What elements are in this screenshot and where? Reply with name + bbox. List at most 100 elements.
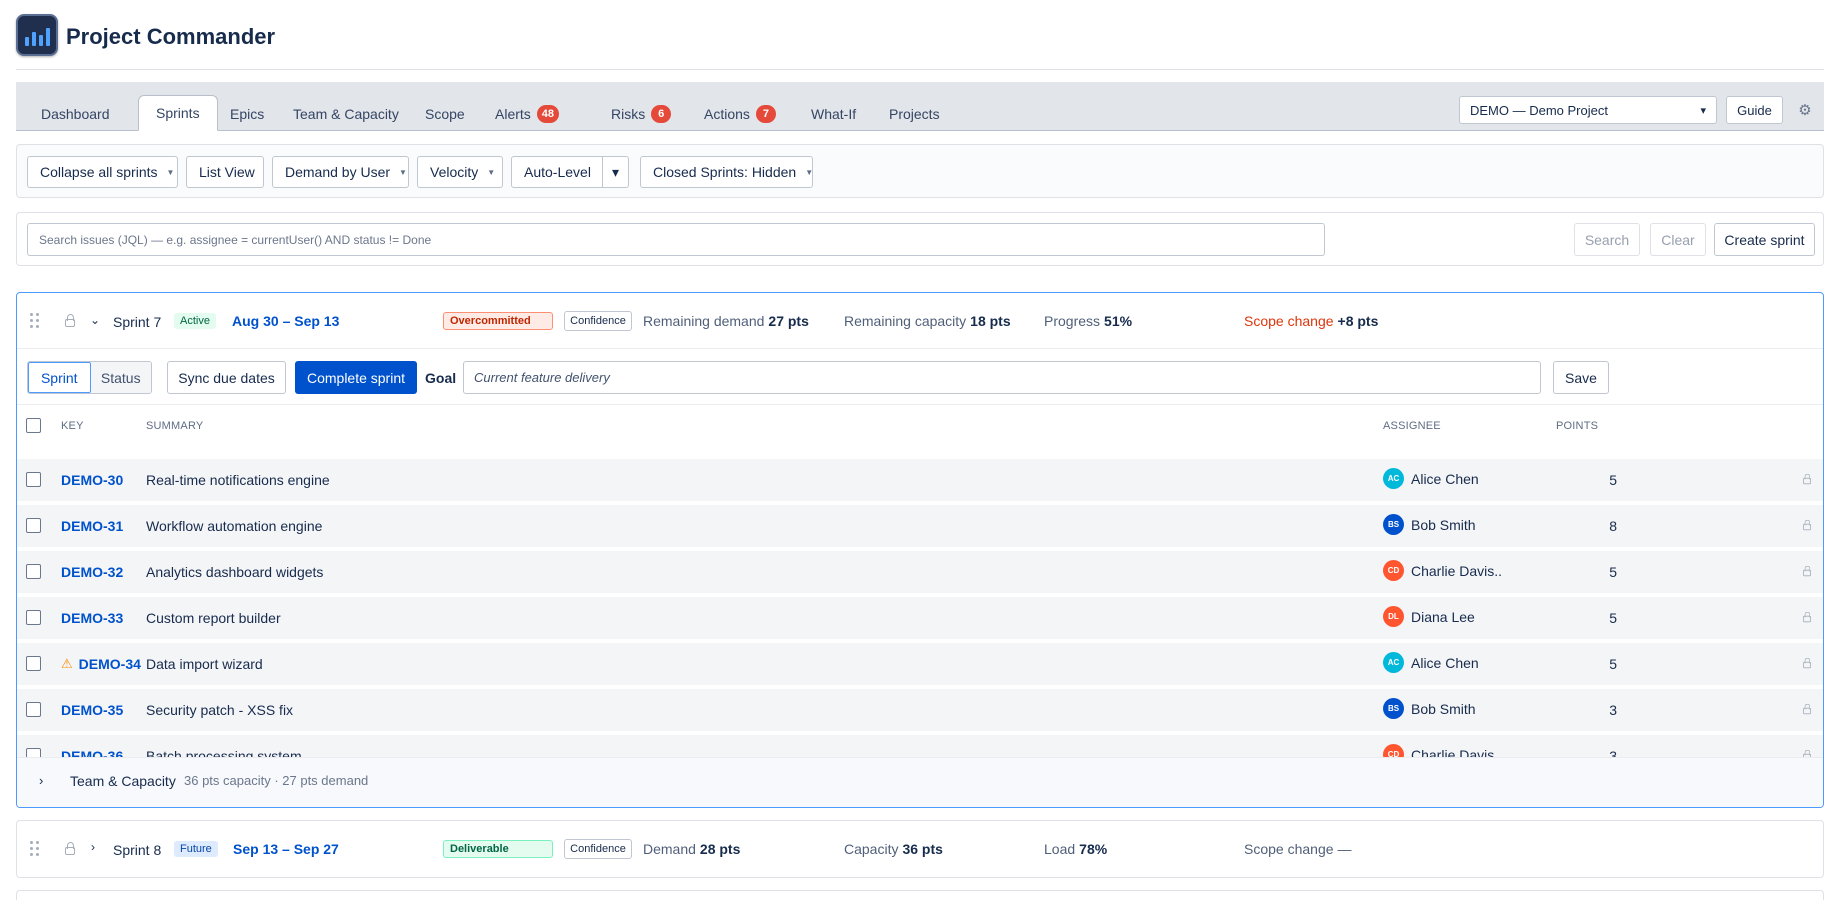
story-points[interactable]: 3 xyxy=(1587,748,1617,757)
issue-key-link[interactable]: DEMO-36 xyxy=(61,748,123,757)
issue-summary[interactable]: Real-time notifications engine xyxy=(146,472,330,488)
story-points[interactable]: 8 xyxy=(1587,518,1617,534)
tab-what-if[interactable]: What-If xyxy=(794,97,873,131)
issue-key-link[interactable]: DEMO-32 xyxy=(61,564,123,580)
issue-summary[interactable]: Batch processing system xyxy=(146,748,302,757)
tab-actions[interactable]: Actions 7 xyxy=(687,97,793,131)
row-checkbox[interactable] xyxy=(26,564,41,579)
chevron-right-icon[interactable]: › xyxy=(39,773,43,788)
auto-level-menu-button[interactable]: ▾ xyxy=(602,156,629,188)
collapse-sprints-button[interactable]: Collapse all sprints ▼ xyxy=(27,156,178,188)
save-goal-button[interactable]: Save xyxy=(1553,361,1609,394)
chevron-right-icon[interactable]: › xyxy=(91,840,95,854)
assignee-cell[interactable]: BS Bob Smith xyxy=(1383,698,1476,719)
row-checkbox[interactable] xyxy=(26,748,41,757)
tab-team-capacity[interactable]: Team & Capacity xyxy=(276,97,416,131)
table-row[interactable]: DEMO-32 Analytics dashboard widgets CD Ch… xyxy=(17,551,1823,593)
issue-key-link[interactable]: DEMO-30 xyxy=(61,472,123,488)
story-points[interactable]: 5 xyxy=(1587,564,1617,580)
assignee-name: Diana Lee xyxy=(1411,608,1475,625)
assignee-cell[interactable]: BS Bob Smith xyxy=(1383,514,1476,535)
demand-by-user-button[interactable]: Demand by User ▼ xyxy=(272,156,409,188)
tab-alerts[interactable]: Alerts 48 xyxy=(478,97,576,131)
story-points[interactable]: 3 xyxy=(1587,702,1617,718)
gear-icon[interactable]: ⚙ xyxy=(1793,98,1817,122)
table-row[interactable]: DEMO-35 Security patch - XSS fix BS Bob S… xyxy=(17,689,1823,731)
lock-icon[interactable] xyxy=(1803,657,1811,669)
column-header-summary[interactable]: SUMMARY xyxy=(146,420,203,432)
story-points[interactable]: 5 xyxy=(1587,656,1617,672)
column-header-points[interactable]: POINTS xyxy=(1556,420,1598,432)
assignee-cell[interactable]: CD Charlie Davis.. xyxy=(1383,744,1502,757)
risks-count-badge: 6 xyxy=(651,105,672,123)
sync-due-dates-button[interactable]: Sync due dates xyxy=(167,361,286,394)
complete-sprint-button[interactable]: Complete sprint xyxy=(295,361,417,394)
issue-summary[interactable]: Security patch - XSS fix xyxy=(146,702,293,718)
lock-icon[interactable] xyxy=(65,842,75,855)
column-header-assignee[interactable]: ASSIGNEE xyxy=(1383,420,1441,432)
tab-sprints[interactable]: Sprints xyxy=(138,95,218,131)
issue-key-link[interactable]: DEMO-33 xyxy=(61,610,123,626)
row-checkbox[interactable] xyxy=(26,472,41,487)
row-checkbox[interactable] xyxy=(26,656,41,671)
jql-search-input[interactable]: Search issues (JQL) — e.g. assignee = cu… xyxy=(27,223,1325,256)
issue-key-link[interactable]: DEMO-35 xyxy=(61,702,123,718)
issue-key-link[interactable]: DEMO-31 xyxy=(61,518,123,534)
tab-dashboard[interactable]: Dashboard xyxy=(24,97,127,131)
view-sprint-option[interactable]: Sprint xyxy=(28,362,91,393)
select-all-checkbox[interactable] xyxy=(26,418,41,433)
row-checkbox[interactable] xyxy=(26,610,41,625)
team-capacity-section[interactable]: › Team & Capacity 36 pts capacity · 27 p… xyxy=(17,757,1823,807)
table-row[interactable]: ⚠ DEMO-34 Data import wizard AC Alice Chen… xyxy=(17,643,1823,685)
column-header-key[interactable]: KEY xyxy=(61,420,84,432)
sprint-card[interactable]: › Sprint 8 Future Sep 13 – Sep 27 Delive… xyxy=(16,820,1824,878)
tab-epics[interactable]: Epics xyxy=(213,97,281,131)
assignee-cell[interactable]: AC Alice Chen xyxy=(1383,468,1479,489)
tab-projects[interactable]: Projects xyxy=(872,97,957,131)
story-points[interactable]: 5 xyxy=(1587,610,1617,626)
project-select[interactable]: DEMO — Demo Project ▾ xyxy=(1459,96,1717,124)
auto-level-button[interactable]: Auto-Level xyxy=(511,156,603,188)
goal-input[interactable]: Current feature delivery xyxy=(463,361,1541,394)
drag-handle-icon[interactable] xyxy=(30,841,40,857)
sprint-dates[interactable]: Sep 13 – Sep 27 xyxy=(233,841,339,857)
velocity-button[interactable]: Velocity ▼ xyxy=(417,156,503,188)
issue-summary[interactable]: Custom report builder xyxy=(146,610,281,626)
chevron-down-icon[interactable]: ⌄ xyxy=(90,313,100,327)
create-sprint-button[interactable]: Create sprint xyxy=(1714,223,1815,256)
search-button[interactable]: Search xyxy=(1574,223,1640,256)
team-capacity-label: Team & Capacity xyxy=(70,773,176,789)
tab-risks[interactable]: Risks 6 xyxy=(594,97,688,131)
table-row[interactable]: DEMO-33 Custom report builder DL Diana Le… xyxy=(17,597,1823,639)
table-row[interactable]: DEMO-30 Real-time notifications engine A… xyxy=(17,459,1823,501)
assignee-cell[interactable]: CD Charlie Davis.. xyxy=(1383,560,1502,581)
assignee-cell[interactable]: DL Diana Lee xyxy=(1383,606,1475,627)
table-row[interactable]: DEMO-31 Workflow automation engine BS Bob… xyxy=(17,505,1823,547)
lock-icon[interactable] xyxy=(1803,611,1811,623)
closed-sprints-toggle[interactable]: Closed Sprints: Hidden ▼ xyxy=(640,156,813,188)
list-view-button[interactable]: List View xyxy=(186,156,264,188)
row-checkbox[interactable] xyxy=(26,702,41,717)
lock-icon[interactable] xyxy=(1803,519,1811,531)
issue-summary[interactable]: Data import wizard xyxy=(146,656,263,672)
lock-icon[interactable] xyxy=(1803,473,1811,485)
assignee-cell[interactable]: AC Alice Chen xyxy=(1383,652,1479,673)
issue-summary[interactable]: Workflow automation engine xyxy=(146,518,322,534)
tab-scope[interactable]: Scope xyxy=(408,97,482,131)
sprint-dates[interactable]: Aug 30 – Sep 13 xyxy=(232,313,339,329)
sprint-header[interactable]: ⌄ Sprint 7 Active Aug 30 – Sep 13 Overco… xyxy=(17,293,1823,349)
lock-icon[interactable] xyxy=(1803,703,1811,715)
row-checkbox[interactable] xyxy=(26,518,41,533)
lock-icon[interactable] xyxy=(1803,565,1811,577)
issue-key-link[interactable]: ⚠ DEMO-34 xyxy=(61,656,141,672)
table-row[interactable]: DEMO-36 Batch processing system CD Charli… xyxy=(17,735,1823,757)
clear-button[interactable]: Clear xyxy=(1650,223,1706,256)
story-points[interactable]: 5 xyxy=(1587,472,1617,488)
confidence-button[interactable]: Confidence xyxy=(564,839,632,859)
lock-icon[interactable] xyxy=(65,314,75,327)
guide-button[interactable]: Guide xyxy=(1726,96,1783,124)
confidence-button[interactable]: Confidence xyxy=(564,311,632,331)
view-status-option[interactable]: Status xyxy=(90,362,151,393)
issue-summary[interactable]: Analytics dashboard widgets xyxy=(146,564,323,580)
drag-handle-icon[interactable] xyxy=(30,313,40,329)
